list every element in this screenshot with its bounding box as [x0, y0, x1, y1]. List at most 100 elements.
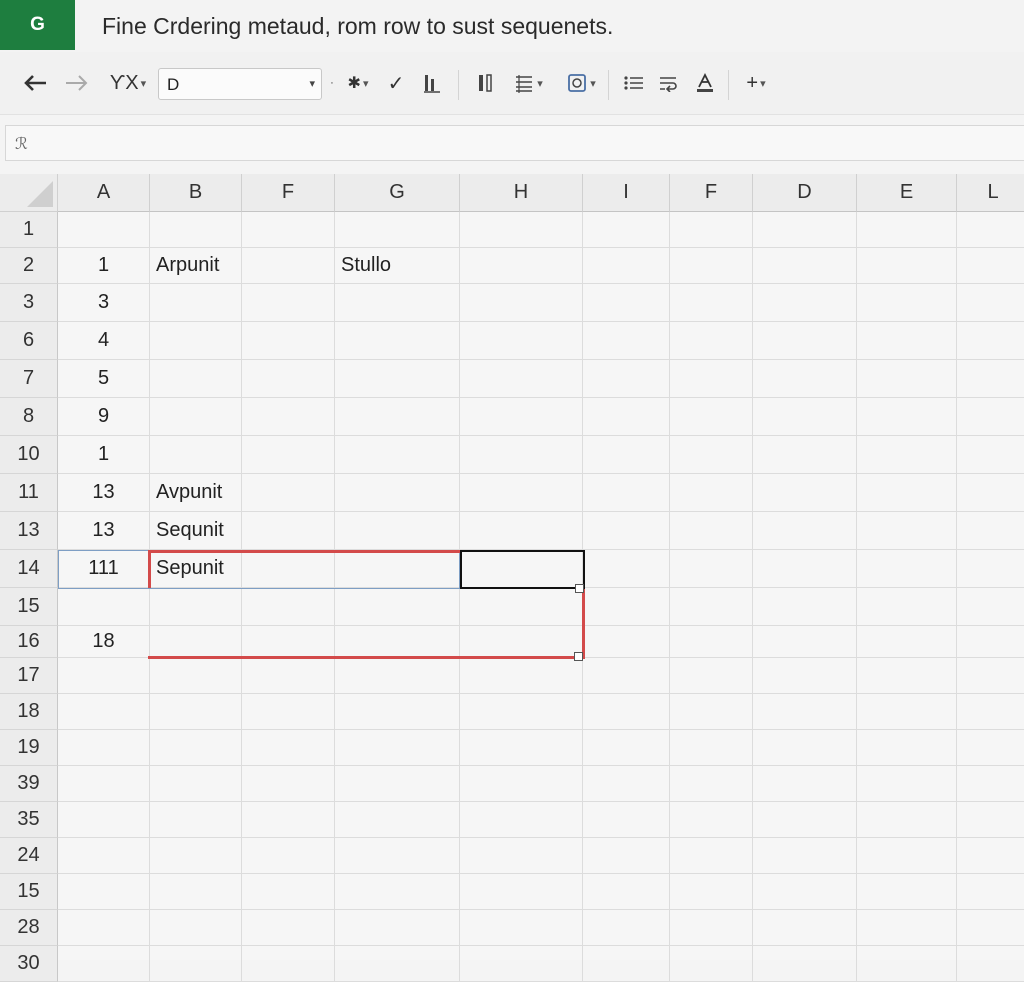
grid-cell[interactable] — [460, 874, 583, 910]
grid-cell[interactable] — [957, 474, 1024, 512]
grid-cell[interactable] — [857, 946, 957, 982]
format-dropdown[interactable]: ▾ — [560, 52, 602, 114]
grid-cell[interactable] — [460, 212, 583, 248]
grid-cell[interactable] — [460, 838, 583, 874]
grid-cell[interactable] — [335, 512, 460, 550]
grid-cell[interactable] — [583, 766, 670, 802]
grid-cell[interactable] — [753, 360, 857, 398]
row-header[interactable]: 13 — [0, 512, 58, 550]
grid-cell[interactable] — [58, 946, 150, 982]
grid-cell[interactable] — [460, 658, 583, 694]
grid-cell[interactable] — [753, 766, 857, 802]
grid-cell[interactable] — [753, 248, 857, 284]
grid-cell[interactable] — [670, 398, 753, 436]
grid-cell[interactable] — [670, 322, 753, 360]
grid-cell[interactable] — [460, 398, 583, 436]
grid-cell[interactable] — [583, 694, 670, 730]
grid-cell[interactable] — [242, 212, 335, 248]
grid-cell[interactable] — [753, 588, 857, 626]
grid-cell[interactable] — [583, 730, 670, 766]
grid-cell[interactable] — [150, 910, 242, 946]
grid-cell[interactable] — [670, 766, 753, 802]
row-header[interactable]: 15 — [0, 874, 58, 910]
grid-cell[interactable] — [58, 658, 150, 694]
grid-cell[interactable] — [242, 474, 335, 512]
grid-cell[interactable] — [335, 626, 460, 658]
grid-cell[interactable] — [583, 588, 670, 626]
grid-cell[interactable] — [150, 284, 242, 322]
grid-cell[interactable] — [58, 730, 150, 766]
grid-cell[interactable] — [857, 512, 957, 550]
grid-cell[interactable] — [150, 626, 242, 658]
grid-cell[interactable] — [753, 550, 857, 588]
grid-cell[interactable] — [957, 284, 1024, 322]
grid-cell[interactable] — [58, 874, 150, 910]
column-header[interactable]: F — [670, 174, 753, 212]
column-header[interactable]: G — [335, 174, 460, 212]
grid-cell[interactable] — [753, 838, 857, 874]
grid-cell[interactable] — [957, 946, 1024, 982]
column-header[interactable]: A — [58, 174, 150, 212]
grid-cell[interactable] — [242, 588, 335, 626]
grid-cell[interactable] — [58, 212, 150, 248]
grid-cell[interactable] — [150, 588, 242, 626]
grid-cell[interactable] — [583, 248, 670, 284]
row-header[interactable]: 14 — [0, 550, 58, 588]
grid-cell[interactable] — [242, 248, 335, 284]
bar-chart-icon[interactable] — [418, 52, 446, 114]
grid-cell[interactable] — [242, 512, 335, 550]
redo-arrow-icon[interactable] — [60, 52, 94, 114]
grid-cell[interactable] — [670, 284, 753, 322]
undo-arrow-icon[interactable] — [18, 52, 52, 114]
grid-cell[interactable] — [583, 212, 670, 248]
select-all-corner[interactable] — [0, 174, 58, 212]
row-header[interactable]: 3 — [0, 284, 58, 322]
column-header[interactable]: I — [583, 174, 670, 212]
grid-cell[interactable] — [335, 874, 460, 910]
grid-cell[interactable] — [460, 626, 583, 658]
grid-cell[interactable] — [957, 360, 1024, 398]
grid-cell[interactable] — [335, 284, 460, 322]
grid-cell[interactable] — [460, 322, 583, 360]
active-cell[interactable] — [460, 550, 585, 589]
grid-cell[interactable] — [150, 946, 242, 982]
grid-cell[interactable] — [957, 730, 1024, 766]
grid-cell[interactable] — [583, 436, 670, 474]
grid-cell[interactable] — [670, 946, 753, 982]
grid-cell[interactable] — [583, 322, 670, 360]
grid-cell[interactable] — [58, 802, 150, 838]
grid-cell[interactable] — [857, 588, 957, 626]
grid-cell[interactable] — [583, 838, 670, 874]
grid-cell[interactable]: Sequnit — [150, 512, 242, 550]
row-header[interactable]: 35 — [0, 802, 58, 838]
column-header[interactable]: D — [753, 174, 857, 212]
function-dropdown[interactable]: ƳX ▾ — [104, 52, 152, 114]
grid-cell[interactable] — [957, 588, 1024, 626]
grid-cell[interactable] — [670, 360, 753, 398]
row-header[interactable]: 16 — [0, 626, 58, 658]
grid-cell[interactable] — [670, 512, 753, 550]
grid-cell[interactable]: 5 — [58, 360, 150, 398]
grid-cell[interactable] — [460, 474, 583, 512]
grid-cell[interactable] — [583, 398, 670, 436]
grid-cell[interactable]: 1 — [58, 248, 150, 284]
grid-cell[interactable] — [58, 910, 150, 946]
grid-cell[interactable]: Avpunit — [150, 474, 242, 512]
grid-cell[interactable] — [670, 474, 753, 512]
grid-cell[interactable] — [335, 658, 460, 694]
grid-cell[interactable] — [670, 694, 753, 730]
row-header[interactable]: 1 — [0, 212, 58, 248]
grid-cell[interactable] — [335, 766, 460, 802]
grid-cell[interactable] — [957, 212, 1024, 248]
grid-cell[interactable] — [150, 436, 242, 474]
grid-cell[interactable]: 4 — [58, 322, 150, 360]
grid-cell[interactable] — [335, 212, 460, 248]
grid-cell[interactable] — [242, 694, 335, 730]
grid-cell[interactable] — [335, 838, 460, 874]
grid-cell[interactable] — [58, 588, 150, 626]
grid-cell[interactable] — [583, 802, 670, 838]
grid-cell[interactable] — [460, 802, 583, 838]
grid-cell[interactable] — [242, 658, 335, 694]
grid-cell[interactable] — [670, 436, 753, 474]
grid-cell[interactable] — [857, 398, 957, 436]
